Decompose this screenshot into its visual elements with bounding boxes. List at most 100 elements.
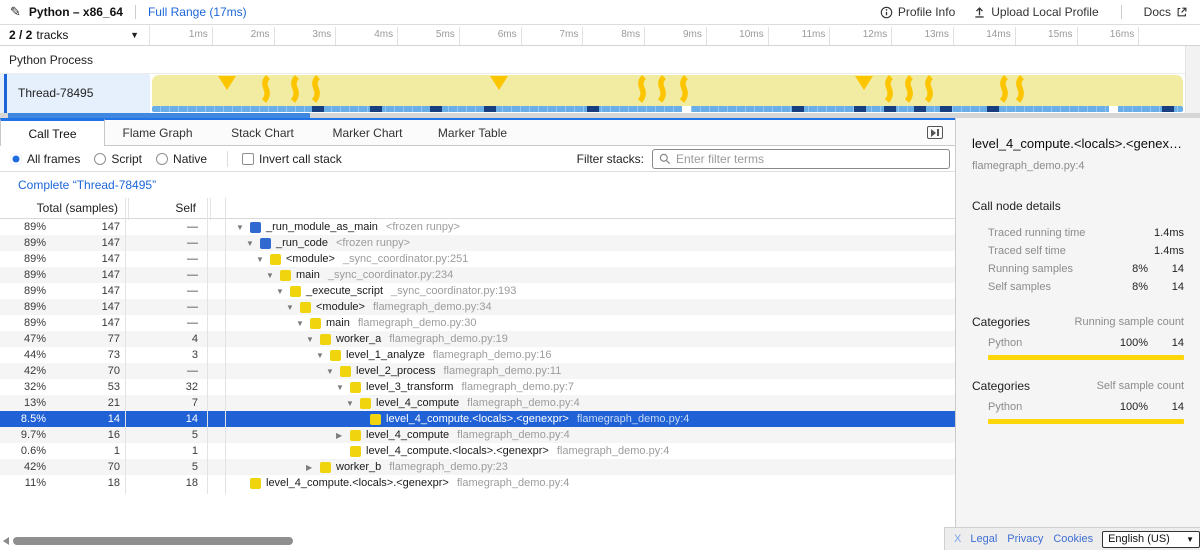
detail-value: 1.4ms	[1148, 227, 1184, 239]
collapse-twisty-icon[interactable]: ▼	[326, 367, 340, 376]
radio-icon[interactable]	[156, 153, 168, 165]
scrollbar-thumb[interactable]	[13, 537, 293, 545]
total-samples-cell: 53	[50, 379, 120, 395]
call-tree-row[interactable]: 89%147—▼<module>flamegraph_demo.py:34	[0, 299, 955, 315]
collapse-twisty-icon[interactable]: ▼	[306, 335, 320, 344]
full-range-breadcrumb[interactable]: Full Range (17ms)	[148, 5, 247, 19]
call-tree-row[interactable]: 9.7%165▶level_4_computeflamegraph_demo.p…	[0, 427, 955, 443]
call-tree-row[interactable]: 8.5%1414level_4_compute.<locals>.<genexp…	[0, 411, 955, 427]
ruler-tick-label: 1ms	[150, 29, 208, 41]
file-location: flamegraph_demo.py:4	[457, 477, 570, 489]
call-tree-row[interactable]: 89%147—▼_execute_script_sync_coordinator…	[0, 283, 955, 299]
ruler-tick-label: 3ms	[273, 29, 331, 41]
file-location: flamegraph_demo.py:7	[461, 381, 574, 393]
call-tree-row[interactable]: 13%217▼level_4_computeflamegraph_demo.py…	[0, 395, 955, 411]
range-breadcrumb-link[interactable]: Complete “Thread-78495”	[18, 178, 156, 192]
selected-node-title: level_4_compute.<locals>.<genexpr>	[972, 136, 1184, 151]
footer-link-cookies[interactable]: Cookies	[1053, 533, 1093, 545]
expand-twisty-icon[interactable]: ▶	[306, 463, 320, 472]
total-percent-cell: 0.6%	[0, 443, 46, 459]
collapse-twisty-icon[interactable]: ▼	[286, 303, 300, 312]
self-samples-cell: 5	[130, 459, 198, 475]
frame-category-icon	[250, 478, 261, 489]
collapse-twisty-icon[interactable]: ▼	[276, 287, 290, 296]
firefox-profiler-window: ✎ Python – x86_64 Full Range (17ms) Prof…	[0, 0, 1200, 550]
footer-link-legal[interactable]: Legal	[970, 533, 997, 545]
tracks-dropdown[interactable]: 2 / 2 tracks ▼	[0, 25, 150, 45]
radio-native[interactable]: Native	[156, 152, 207, 166]
call-tree-row[interactable]: 0.6%11level_4_compute.<locals>.<genexpr>…	[0, 443, 955, 459]
profile-info-button[interactable]: Profile Info	[880, 5, 955, 19]
ruler-tick-label: 5ms	[397, 29, 455, 41]
tab-marker-table[interactable]: Marker Table	[420, 120, 525, 145]
chevron-down-icon[interactable]: ▼	[130, 30, 139, 40]
call-tree-row[interactable]: 11%1818level_4_compute.<locals>.<genexpr…	[0, 475, 955, 491]
call-tree-row[interactable]: 32%5332▼level_3_transformflamegraph_demo…	[0, 379, 955, 395]
calltree-settings-row: All frames Script Native Invert call stack…	[0, 146, 955, 172]
tracks-scrollbar[interactable]	[1185, 46, 1200, 113]
call-tree-row[interactable]: 42%70—▼level_2_processflamegraph_demo.py…	[0, 363, 955, 379]
tab-marker-chart[interactable]: Marker Chart	[315, 120, 420, 145]
radio-all-frames[interactable]: All frames	[10, 152, 80, 166]
tab-stack-chart[interactable]: Stack Chart	[210, 120, 315, 145]
collapse-twisty-icon[interactable]: ▼	[266, 271, 280, 280]
sidebar-toggle-button[interactable]	[927, 126, 943, 139]
jank-marker-icon	[490, 76, 508, 90]
language-select[interactable]: English (US) ▼	[1102, 531, 1200, 548]
collapse-twisty-icon[interactable]: ▼	[236, 223, 250, 232]
call-tree-row[interactable]: 47%774▼worker_aflamegraph_demo.py:19	[0, 331, 955, 347]
collapse-twisty-icon[interactable]: ▼	[316, 351, 330, 360]
sample-cluster	[312, 106, 324, 112]
detail-row: Running samples8%14	[972, 260, 1184, 278]
total-samples-column-header[interactable]: Total (samples)	[0, 201, 118, 215]
radio-icon[interactable]	[94, 153, 106, 165]
jank-marker-icon	[293, 77, 297, 101]
footer-close-button[interactable]: X	[954, 533, 961, 545]
frame-category-icon	[250, 222, 261, 233]
call-tree-row[interactable]: 89%147—▼main_sync_coordinator.py:234	[0, 267, 955, 283]
filter-stacks-input[interactable]	[676, 152, 943, 166]
collapse-twisty-icon[interactable]: ▼	[346, 399, 360, 408]
time-ruler[interactable]: 1ms2ms3ms4ms5ms6ms7ms8ms9ms10ms11ms12ms1…	[150, 25, 1200, 45]
cpu-activity-graph[interactable]	[152, 75, 1183, 106]
call-tree-row[interactable]: 89%147—▼_run_code<frozen runpy>	[0, 235, 955, 251]
collapse-twisty-icon[interactable]: ▼	[246, 239, 260, 248]
thread-track-header[interactable]: Thread-78495	[0, 74, 150, 113]
process-track-header[interactable]: Python Process	[0, 46, 1200, 74]
radio-icon[interactable]	[10, 153, 22, 165]
self-column-header[interactable]: Self	[130, 201, 196, 215]
call-node: ▼<module>flamegraph_demo.py:34	[286, 299, 492, 315]
sidebar-toggle-arrow-icon	[931, 129, 936, 137]
checkbox-icon[interactable]	[242, 153, 254, 165]
radio-script[interactable]: Script	[94, 152, 142, 166]
self-samples-cell: —	[130, 299, 198, 315]
tab-flame-graph[interactable]: Flame Graph	[105, 120, 210, 145]
self-samples-cell: —	[130, 283, 198, 299]
call-tree-row[interactable]: 89%147—▼_run_module_as_main<frozen runpy…	[0, 219, 955, 235]
expand-twisty-icon[interactable]: ▶	[336, 431, 350, 440]
upload-local-profile-button[interactable]: Upload Local Profile	[973, 5, 1098, 19]
edit-profile-name-icon[interactable]: ✎	[10, 4, 21, 20]
call-tree-row[interactable]: 89%147—▼mainflamegraph_demo.py:30	[0, 315, 955, 331]
collapse-twisty-icon[interactable]: ▼	[256, 255, 270, 264]
docs-link[interactable]: Docs	[1144, 5, 1188, 19]
sample-strip[interactable]	[152, 106, 1183, 112]
collapse-twisty-icon[interactable]: ▼	[296, 319, 310, 328]
collapse-twisty-icon[interactable]: ▼	[336, 383, 350, 392]
thread-activity-canvas[interactable]	[150, 74, 1185, 113]
frame-category-icon	[350, 430, 361, 441]
footer-link-privacy[interactable]: Privacy	[1007, 533, 1043, 545]
call-tree-row[interactable]: 42%705▶worker_bflamegraph_demo.py:23	[0, 459, 955, 475]
call-tree-row[interactable]: 89%147—▼<module>_sync_coordinator.py:251	[0, 251, 955, 267]
call-node: ▼main_sync_coordinator.py:234	[266, 267, 453, 283]
scroll-left-arrow[interactable]	[3, 537, 9, 545]
category-header: CategoriesRunning sample count	[972, 315, 1184, 329]
jank-marker-icon	[640, 77, 644, 101]
call-tree-row[interactable]: 44%733▼level_1_analyzeflamegraph_demo.py…	[0, 347, 955, 363]
total-samples-cell: 21	[50, 395, 120, 411]
tab-call-tree[interactable]: Call Tree	[0, 118, 105, 146]
total-percent-cell: 9.7%	[0, 427, 46, 443]
invert-call-stack-checkbox[interactable]: Invert call stack	[242, 152, 342, 166]
call-node-details-heading: Call node details	[972, 199, 1184, 213]
sample-gap	[1109, 106, 1118, 112]
